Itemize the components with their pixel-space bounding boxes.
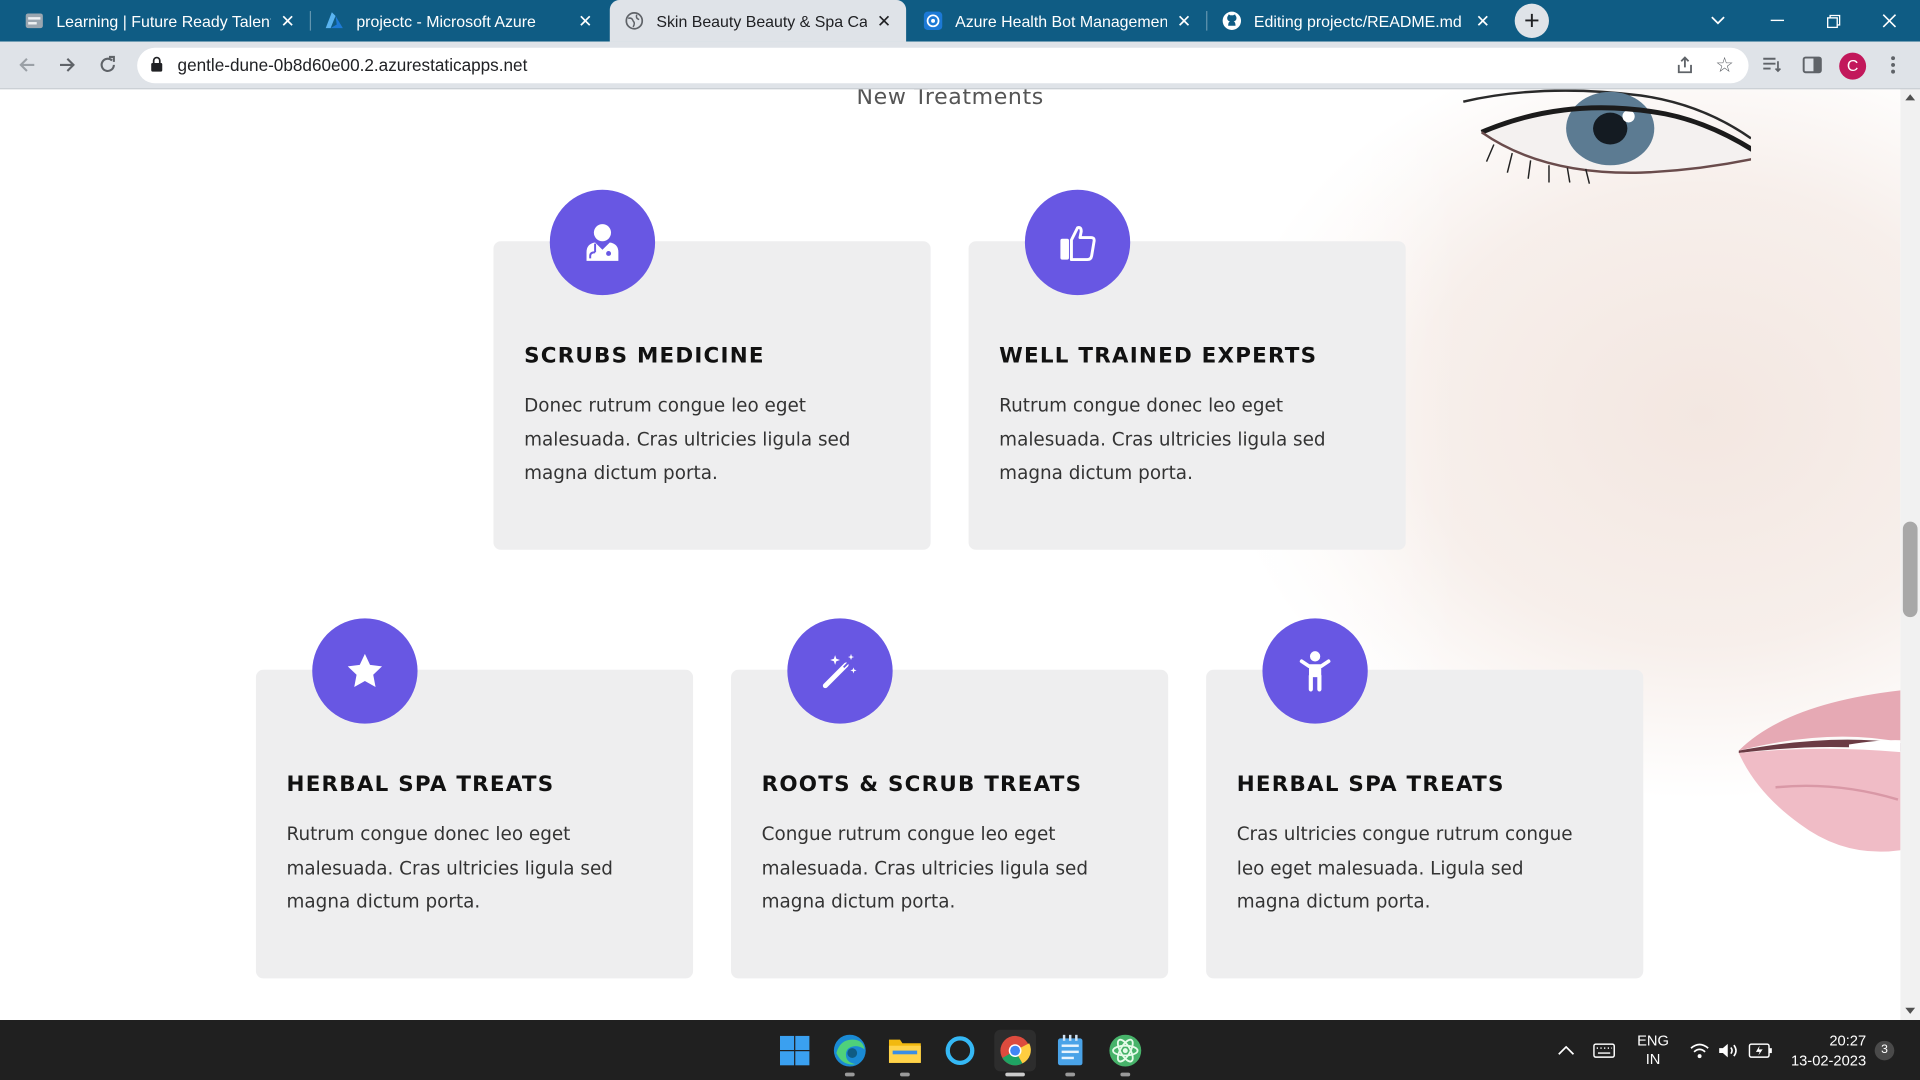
lips-image [1738,690,1901,852]
close-tab-icon[interactable]: ✕ [576,10,596,31]
card-title: WELL TRAINED EXPERTS [999,344,1318,369]
region-code: IN [1645,1050,1661,1068]
edge-icon[interactable] [829,1030,871,1077]
battery-icon[interactable] [1748,1020,1773,1080]
card-text: Donec rutrum congue leo eget malesuada. … [524,394,851,484]
back-icon[interactable] [11,49,43,81]
menu-kebab-icon[interactable] [1877,49,1909,81]
atom-icon[interactable] [1104,1030,1146,1077]
bookmark-star-icon[interactable]: ☆ [1715,54,1734,78]
github-favicon [1222,11,1242,31]
doctor-icon [586,224,619,261]
card-text: Rutrum congue donec leo eget malesuada. … [286,822,613,913]
notepad-icon[interactable] [1049,1030,1091,1077]
icon-circle [1262,618,1368,724]
running-indicator [900,1072,910,1077]
tab-learning[interactable]: Learning | Future Ready Talent ✕ [10,0,310,42]
tab-github[interactable]: Editing projectc/README.md at m ✕ [1207,0,1505,42]
close-tab-icon[interactable]: ✕ [1174,10,1194,31]
running-indicator [1120,1072,1131,1077]
notification-count: 3 [1874,1040,1895,1060]
show-hidden-icons-chevron-icon[interactable] [1558,1020,1575,1080]
child-icon [1299,651,1331,692]
tab-health-bot[interactable]: Azure Health Bot Management P ✕ [909,0,1207,42]
treatment-card: SCRUBS MEDICINE Donec rutrum congue leo … [493,189,931,550]
treatment-card: ROOTS & SCRUB TREATS Congue rutrum congu… [731,618,1169,979]
forward-icon[interactable] [51,49,83,81]
cortana-icon[interactable] [939,1030,981,1072]
notification-badge[interactable]: 3 [1874,1020,1895,1080]
side-panel-icon[interactable] [1796,49,1828,81]
minimize-icon[interactable] [1749,0,1805,42]
tab-title: Learning | Future Ready Talent [56,11,271,31]
close-tab-icon[interactable]: ✕ [278,10,298,31]
profile-avatar[interactable]: C [1839,52,1867,80]
reload-icon[interactable] [92,49,124,81]
treatment-card: WELL TRAINED EXPERTS Rutrum congue donec… [968,189,1406,550]
star-icon [347,653,383,687]
tab-title: Azure Health Bot Management P [955,11,1167,31]
close-tab-icon[interactable]: ✕ [874,10,894,31]
volume-icon[interactable] [1718,1020,1740,1080]
restore-icon[interactable] [1805,0,1861,42]
scroll-up-arrow-icon[interactable] [1905,94,1916,101]
new-tab-button[interactable]: + [1514,3,1549,38]
keyboard-icon[interactable] [1593,1020,1615,1080]
icon-circle [549,189,656,296]
icon-circle [787,618,893,724]
thumbs-up-icon [1060,226,1096,262]
learning-favicon [24,11,44,31]
card-title: HERBAL SPA TREATS [1236,772,1505,798]
browser-toolbar: gentle-dune-0b8d60e00.2.azurestaticapps.… [0,41,1920,90]
scrollbar-thumb[interactable] [1902,521,1918,618]
scroll-down-arrow-icon[interactable] [1905,1007,1916,1014]
file-explorer-icon[interactable] [884,1030,926,1077]
wifi-icon[interactable] [1690,1020,1710,1080]
card-title: SCRUBS MEDICINE [524,344,765,369]
treatment-card: HERBAL SPA TREATS Rutrum congue donec le… [255,618,694,979]
windows-taskbar: ENG IN 20:27 13-02-2023 3 [0,1020,1920,1080]
share-icon[interactable] [1675,55,1695,81]
url-text[interactable]: gentle-dune-0b8d60e00.2.azurestaticapps.… [178,55,528,75]
tab-azure[interactable]: projectc - Microsoft Azure ✕ [310,0,608,42]
reading-list-icon[interactable] [1756,49,1788,81]
card-title: HERBAL SPA TREATS [286,772,555,798]
tab-title: projectc - Microsoft Azure [356,11,536,31]
tab-skin-beauty[interactable]: Skin Beauty Beauty & Spa Catego ✕ [609,0,907,42]
address-bar[interactable]: gentle-dune-0b8d60e00.2.azurestaticapps.… [137,47,1749,84]
windows-start-icon[interactable] [774,1030,816,1072]
icon-circle [312,618,418,724]
health-bot-favicon [923,11,943,31]
azure-favicon [324,11,344,31]
tab-search-icon[interactable] [1690,0,1746,42]
running-indicator [1065,1072,1076,1077]
section-title: New Treatments [856,89,1044,111]
page-viewport: New Treatments SCRUBS MEDICINE Donec rut… [0,89,1901,1021]
lock-icon[interactable] [151,56,163,78]
tab-strip: Learning | Future Ready Talent ✕ project… [0,0,1920,42]
close-window-icon[interactable] [1861,0,1917,42]
running-indicator [844,1072,855,1077]
globe-favicon [624,11,644,31]
card-title: ROOTS & SCRUB TREATS [761,772,1083,798]
tab-title: Skin Beauty Beauty & Spa Catego [656,11,867,31]
running-indicator [1005,1072,1025,1077]
chrome-icon[interactable] [994,1029,1036,1077]
clock-date: 13-02-2023 [1790,1051,1867,1069]
magic-wand-icon [822,653,857,689]
card-text: Rutrum congue donec leo eget malesuada. … [999,394,1326,484]
icon-circle [1024,189,1131,296]
close-tab-icon[interactable]: ✕ [1473,10,1493,31]
tab-title: Editing projectc/README.md at m [1253,11,1466,31]
clock-time: 20:27 [1829,1031,1867,1049]
card-text: Cras ultricies congue rutrum congue leo … [1236,822,1573,913]
language-indicator[interactable]: ENG IN [1633,1020,1672,1080]
language-code: ENG [1637,1031,1669,1049]
card-text: Congue rutrum congue leo eget malesuada.… [761,822,1089,913]
clock[interactable]: 20:27 13-02-2023 [1785,1020,1866,1080]
page-scrollbar[interactable] [1900,89,1920,1021]
treatment-card: HERBAL SPA TREATS Cras ultricies congue … [1206,618,1644,979]
